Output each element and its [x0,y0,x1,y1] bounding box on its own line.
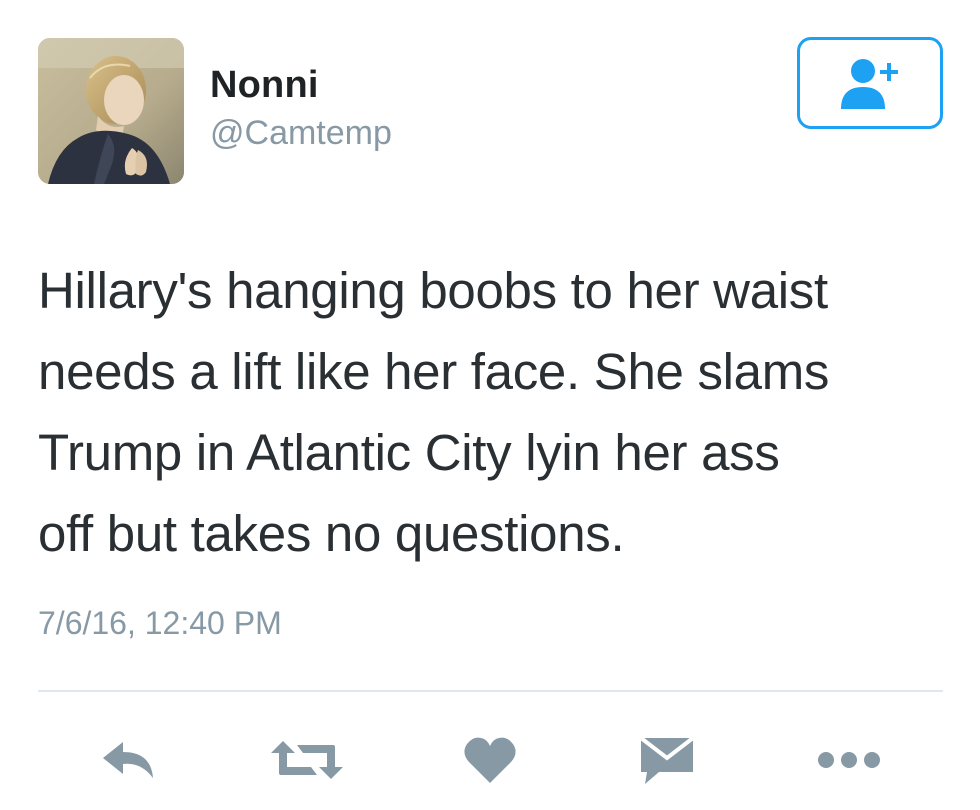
envelope-icon [639,736,695,784]
tweet-timestamp[interactable]: 7/6/16, 12:40 PM [38,605,282,642]
display-name[interactable]: Nonni [210,64,319,107]
divider [38,690,943,692]
portrait-avatar-icon [38,38,184,184]
user-avatar[interactable] [38,38,184,184]
heart-icon [464,737,516,783]
retweet-button[interactable] [268,732,346,788]
more-icon [818,752,880,768]
direct-message-button[interactable] [636,732,698,788]
add-user-icon [841,59,898,109]
retweet-icon [271,741,343,779]
tweet-text: Hillary's hanging boobs to her waist nee… [38,262,830,562]
follow-button[interactable] [797,37,943,129]
like-button[interactable] [462,732,518,788]
user-handle[interactable]: @Camtemp [210,114,392,153]
more-button[interactable] [816,732,882,788]
reply-icon [103,742,153,778]
reply-button[interactable] [98,732,162,788]
tweet-card: Nonni @Camtemp Hillary's hanging boobs t… [0,0,980,810]
